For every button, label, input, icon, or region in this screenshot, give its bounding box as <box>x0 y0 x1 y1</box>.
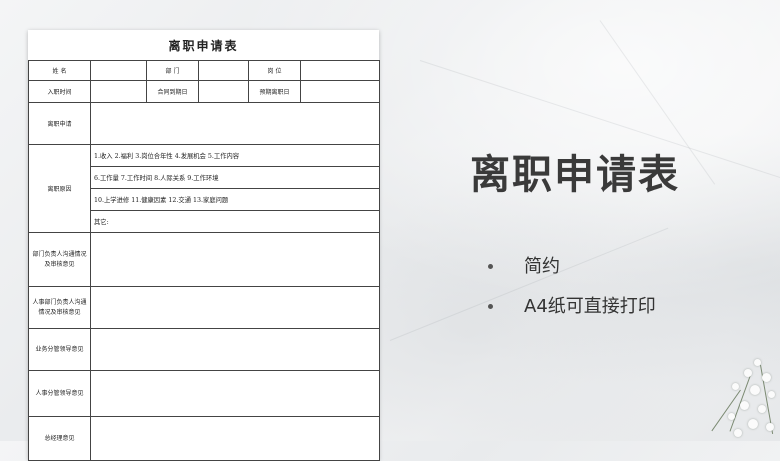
resignation-form-table: 姓 名 部 门 岗 位 入职时间 合同到期日 预期离职日 离职申请 离职原因 1… <box>28 60 380 461</box>
form-row: 人事分管领导意见 <box>28 370 380 417</box>
bullet-dot-icon <box>488 304 493 309</box>
hr-dept-head-label: 人事部门负责人沟通情况及审核意见 <box>28 286 91 329</box>
form-row: 姓 名 部 门 岗 位 <box>28 60 380 81</box>
flower-icon <box>754 359 761 366</box>
flower-icon <box>744 369 752 377</box>
name-field[interactable] <box>90 60 147 81</box>
biz-leader-label: 业务分管领导意见 <box>28 328 91 371</box>
gm-label: 总经理意见 <box>28 416 91 461</box>
feature-text: A4纸可直接打印 <box>524 296 656 317</box>
feature-text: 简约 <box>524 256 560 277</box>
position-label: 岗 位 <box>248 60 301 81</box>
dept-label: 部 门 <box>146 60 199 81</box>
flower-icon <box>734 429 742 437</box>
join-date-field[interactable] <box>90 80 147 103</box>
reason-label: 离职原因 <box>28 144 91 233</box>
flower-icon <box>762 373 771 382</box>
hr-leader-field[interactable] <box>90 370 380 417</box>
join-date-label: 入职时间 <box>28 80 91 103</box>
form-paper: 离职申请表 姓 名 部 门 岗 位 入职时间 合同到期日 预期离职日 离职申请 … <box>28 30 380 461</box>
name-label: 姓 名 <box>28 60 91 81</box>
form-row: 离职原因 1.收入 2.福利 3.岗位合年性 4.发展机会 5.工作内容 <box>28 144 380 233</box>
flower-icon <box>740 401 749 410</box>
flower-icon <box>758 405 766 413</box>
reason-options-row-1: 1.收入 2.福利 3.岗位合年性 4.发展机会 5.工作内容 <box>90 144 380 167</box>
gm-field[interactable] <box>90 416 380 461</box>
reason-other[interactable]: 其它: <box>90 210 380 233</box>
biz-leader-field[interactable] <box>90 328 380 371</box>
flower-icon <box>728 413 735 420</box>
apply-label: 离职申请 <box>28 102 91 145</box>
promo-heading-wrap: 离职申请表 <box>470 150 680 200</box>
expected-leave-label: 预期离职日 <box>248 80 301 103</box>
apply-field[interactable] <box>90 102 380 145</box>
form-title: 离职申请表 <box>28 30 379 61</box>
feature-item: 简约 <box>488 254 656 294</box>
reason-options-row-3: 10.上学进修 11.健康因素 12.交通 13.家庭问题 <box>90 188 380 211</box>
form-row: 总经理意见 <box>28 416 380 461</box>
dept-head-label: 部门负责人沟通情况及审核意见 <box>28 232 91 287</box>
feature-list: 简约 A4纸可直接打印 <box>488 254 656 334</box>
dept-head-field[interactable] <box>90 232 380 287</box>
bullet-dot-icon <box>488 264 493 269</box>
position-field[interactable] <box>300 60 380 81</box>
flower-decoration <box>711 355 780 441</box>
promo-heading: 离职申请表 <box>470 152 680 198</box>
hr-leader-label: 人事分管领导意见 <box>28 370 91 417</box>
flower-icon <box>748 419 758 429</box>
hr-dept-head-field[interactable] <box>90 286 380 329</box>
flower-icon <box>732 383 739 390</box>
flower-icon <box>766 423 774 431</box>
form-row: 部门负责人沟通情况及审核意见 <box>28 232 380 287</box>
contract-end-field[interactable] <box>198 80 249 103</box>
form-row: 业务分管领导意见 <box>28 328 380 371</box>
contract-end-label: 合同到期日 <box>146 80 199 103</box>
form-row: 入职时间 合同到期日 预期离职日 <box>28 80 380 103</box>
flower-icon <box>768 391 775 398</box>
expected-leave-field[interactable] <box>300 80 380 103</box>
form-row: 离职申请 <box>28 102 380 145</box>
feature-item: A4纸可直接打印 <box>488 294 656 334</box>
flower-icon <box>750 385 760 395</box>
reason-options-row-2: 6.工作量 7.工作时间 8.人际关系 9.工作环境 <box>90 166 380 189</box>
form-row: 人事部门负责人沟通情况及审核意见 <box>28 286 380 329</box>
dept-field[interactable] <box>198 60 249 81</box>
